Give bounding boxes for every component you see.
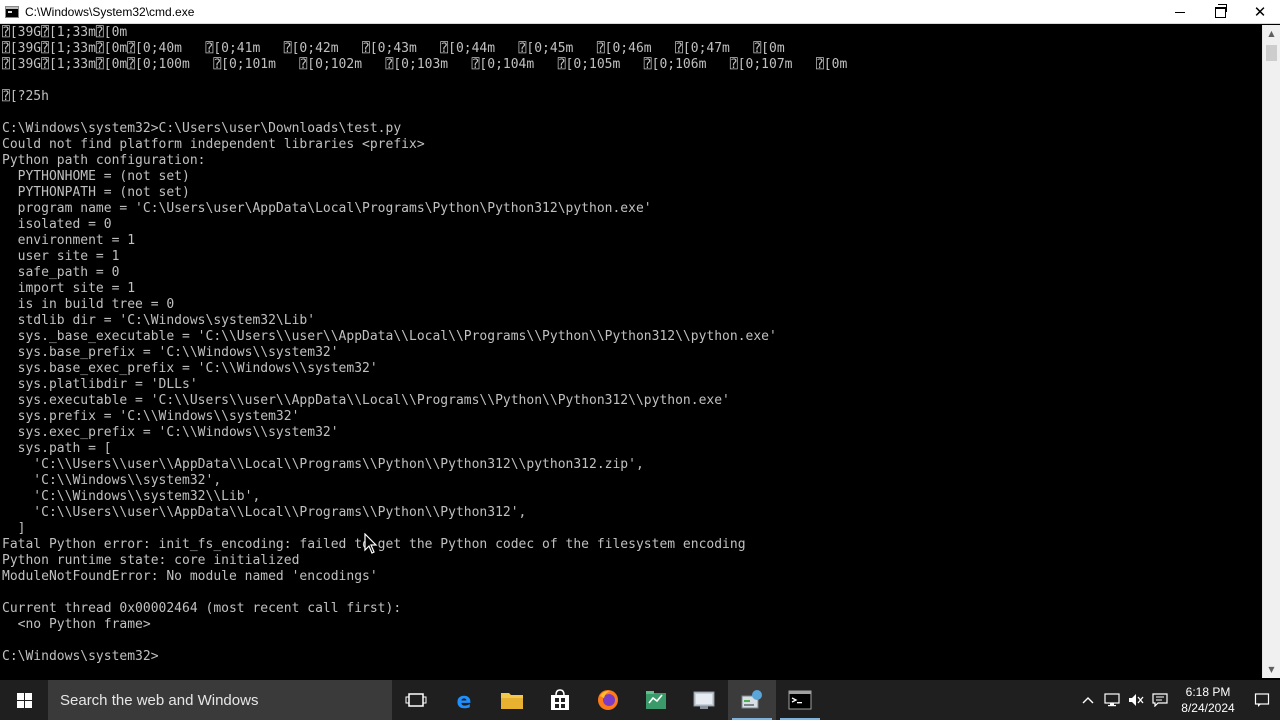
vertical-scrollbar[interactable]: ▲ ▼ [1262, 25, 1280, 678]
console-line: C:\Windows\system32>C:\Users\user\Downlo… [2, 121, 402, 136]
console-line: 'C:\\Users\\user\\AppData\\Local\\Progra… [2, 457, 644, 472]
system-tray: 6:18 PM 8/24/2024 [1076, 680, 1280, 720]
taskbar-clock[interactable]: 6:18 PM 8/24/2024 [1172, 684, 1244, 716]
console-line: sys.exec_prefix = 'C:\\Windows\\system32… [2, 425, 339, 440]
edge-icon: e [457, 689, 472, 712]
window-controls: ✕ [1160, 0, 1280, 24]
console-line: <no Python frame> [2, 617, 151, 632]
console-line: 'C:\\Users\\user\\AppData\\Local\\Progra… [2, 505, 527, 520]
console-line: ⍰[39G⍰[1;33m⍰[0m [2, 25, 128, 40]
restore-button[interactable] [1200, 0, 1240, 24]
console-line: ⍰[39G⍰[1;33m⍰[0m⍰[0;40m ⍰[0;41m ⍰[0;42m … [2, 41, 785, 56]
scroll-down-button[interactable]: ▼ [1263, 661, 1280, 678]
console-line: sys.path = [ [2, 441, 112, 456]
notifications-button[interactable] [1244, 680, 1280, 720]
taskbar-file-explorer[interactable] [488, 680, 536, 720]
clock-date: 8/24/2024 [1181, 701, 1235, 715]
console-line: 'C:\\Windows\\system32\\Lib', [2, 489, 261, 504]
store-icon [551, 689, 569, 710]
chevron-up-icon [1082, 697, 1094, 704]
cmd-icon [788, 690, 812, 710]
console-line: PYTHONPATH = (not set) [2, 185, 190, 200]
search-placeholder: Search the web and Windows [60, 691, 259, 709]
minimize-button[interactable] [1160, 0, 1200, 24]
console-line: is in build tree = 0 [2, 297, 175, 312]
console-line: environment = 1 [2, 233, 136, 248]
volume-muted-icon [1129, 694, 1144, 706]
console-line: Python runtime state: core initialized [2, 553, 300, 568]
notification-icon [1254, 693, 1270, 707]
console-line: C:\Windows\system32> [2, 649, 159, 664]
start-button[interactable] [0, 680, 48, 720]
console-line: Current thread 0x00002464 (most recent c… [2, 601, 402, 616]
console-line: sys.base_exec_prefix = 'C:\\Windows\\sys… [2, 361, 378, 376]
task-view-button[interactable] [392, 680, 440, 720]
console-line: Python path configuration: [2, 153, 206, 168]
svg-text:e: e [457, 689, 472, 712]
console-line: ] [2, 521, 26, 536]
file-explorer-icon [501, 693, 523, 709]
console-line: ⍰[39G⍰[1;33m⍰[0m⍰[0;100m ⍰[0;101m ⍰[0;10… [2, 57, 848, 72]
message-icon [1152, 693, 1168, 707]
action-center-tray-button[interactable] [1148, 680, 1172, 720]
control-panel-icon [741, 690, 762, 709]
console-line: safe_path = 0 [2, 265, 120, 280]
close-icon: ✕ [1253, 2, 1267, 21]
taskbar-network-tool[interactable] [680, 680, 728, 720]
console-line: sys.base_prefix = 'C:\\Windows\\system32… [2, 345, 339, 360]
console-line: stdlib dir = 'C:\Windows\system32\Lib' [2, 313, 316, 328]
taskbar-spreadsheet-app[interactable] [632, 680, 680, 720]
minimize-icon [1175, 11, 1185, 13]
console-line: ModuleNotFoundError: No module named 'en… [2, 569, 378, 584]
taskbar-store[interactable] [536, 680, 584, 720]
taskbar-control-panel[interactable] [728, 680, 776, 720]
show-hidden-icons-button[interactable] [1076, 680, 1100, 720]
console-line: PYTHONHOME = (not set) [2, 169, 190, 184]
task-view-icon [405, 693, 427, 707]
taskbar-edge[interactable]: e [440, 680, 488, 720]
windows-logo-icon [16, 692, 32, 708]
network-tool-icon [693, 691, 715, 709]
taskbar-firefox[interactable] [584, 680, 632, 720]
scrollbar-thumb[interactable] [1266, 45, 1277, 61]
console-line: 'C:\\Windows\\system32', [2, 473, 222, 488]
window-title: C:\Windows\System32\cmd.exe [25, 4, 195, 19]
firefox-icon [598, 690, 618, 710]
mouse-cursor-icon [364, 533, 378, 554]
console-line: Could not find platform independent libr… [2, 137, 425, 152]
console-line: ⍰[?25h [2, 89, 49, 104]
close-button[interactable]: ✕ [1240, 0, 1280, 24]
spreadsheet-app-icon [646, 691, 666, 709]
taskbar-search-box[interactable]: Search the web and Windows [48, 680, 392, 720]
console-line: sys.platlibdir = 'DLLs' [2, 377, 198, 392]
console-line: import site = 1 [2, 281, 136, 296]
volume-tray-button[interactable] [1124, 680, 1148, 720]
console-line: sys.executable = 'C:\\Users\\user\\AppDa… [2, 393, 730, 408]
console-line: isolated = 0 [2, 217, 112, 232]
console-lines: ⍰[39G⍰[1;33m⍰[0m ⍰[39G⍰[1;33m⍰[0m⍰[0;40m … [0, 25, 1262, 665]
console-output[interactable]: ⍰[39G⍰[1;33m⍰[0m ⍰[39G⍰[1;33m⍰[0m⍰[0;40m … [0, 25, 1262, 678]
clock-time: 6:18 PM [1185, 685, 1231, 699]
taskbar-cmd[interactable] [776, 680, 824, 720]
console-line: sys._base_executable = 'C:\\Users\\user\… [2, 329, 777, 344]
restore-icon [1214, 3, 1227, 18]
console-line: user site = 1 [2, 249, 120, 264]
cmd-window-icon[interactable] [5, 5, 19, 18]
console-line: program name = 'C:\Users\user\AppData\Lo… [2, 201, 652, 216]
network-icon [1104, 693, 1120, 707]
window-title-bar[interactable]: C:\Windows\System32\cmd.exe ✕ [0, 0, 1280, 24]
taskbar: Search the web and Windows e 6:18 PM 8/2… [0, 680, 1280, 720]
console-line: sys.prefix = 'C:\\Windows\\system32' [2, 409, 300, 424]
console-line: Fatal Python error: init_fs_encoding: fa… [2, 537, 746, 552]
scroll-up-button[interactable]: ▲ [1263, 25, 1280, 42]
network-tray-button[interactable] [1100, 680, 1124, 720]
